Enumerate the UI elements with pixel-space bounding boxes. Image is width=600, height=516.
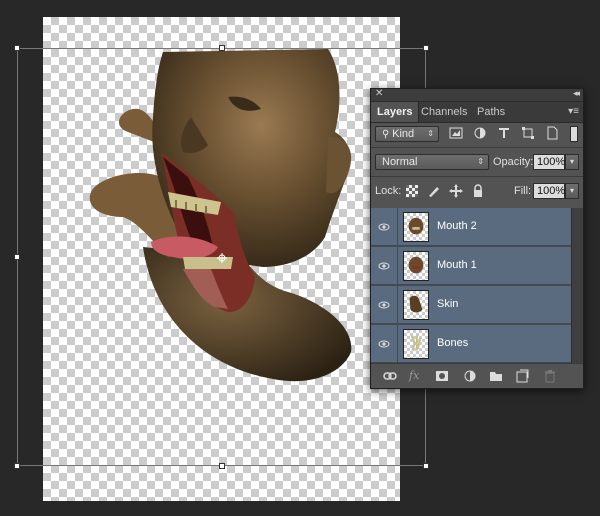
- fill-label: Fill:: [514, 185, 532, 197]
- transform-reference-point-icon[interactable]: [217, 253, 227, 263]
- layer-thumbnail: [403, 251, 429, 281]
- chevron-updown-icon: ⇕: [427, 129, 434, 138]
- blend-mode-select[interactable]: Normal ⇕: [375, 154, 489, 170]
- fill-dropdown-icon[interactable]: ▾: [565, 183, 579, 199]
- layer-row[interactable]: Bones: [371, 325, 571, 363]
- filter-smart-object-icon[interactable]: [545, 126, 559, 140]
- chevron-updown-icon: ⇕: [477, 157, 484, 166]
- blend-mode-value: Normal: [382, 156, 418, 168]
- layer-thumbnail: [403, 290, 429, 320]
- tab-channels[interactable]: Channels: [415, 102, 473, 122]
- layer-thumbnail: [403, 329, 429, 359]
- layer-row[interactable]: Mouth 2: [371, 208, 571, 246]
- trash-icon[interactable]: [543, 369, 557, 383]
- link-icon[interactable]: [383, 369, 397, 383]
- transform-handle-top[interactable]: [219, 45, 225, 51]
- visibility-eye-icon[interactable]: [371, 208, 398, 246]
- filter-type-icon[interactable]: [497, 126, 511, 140]
- lock-position-icon[interactable]: [449, 184, 463, 198]
- transform-handle-bottom-left[interactable]: [14, 463, 20, 469]
- transform-handle-top-right[interactable]: [423, 45, 429, 51]
- filter-toggle-switch[interactable]: [570, 126, 578, 142]
- lock-all-icon[interactable]: [471, 184, 485, 198]
- visibility-eye-icon[interactable]: [371, 286, 398, 324]
- transform-handle-left[interactable]: [14, 254, 20, 260]
- opacity-dropdown-icon[interactable]: ▾: [565, 154, 579, 170]
- opacity-label: Opacity:: [493, 156, 534, 168]
- filter-row: ⚲ Kind ⇕: [371, 123, 583, 145]
- filter-kind-select[interactable]: ⚲ Kind ⇕: [375, 126, 439, 142]
- tab-layers[interactable]: Layers: [371, 102, 420, 122]
- visibility-eye-icon[interactable]: [371, 247, 398, 285]
- filter-kind-label: Kind: [392, 128, 415, 140]
- mask-icon[interactable]: [435, 369, 449, 383]
- layers-bottom-toolbar: fx: [371, 363, 583, 388]
- adjustment-icon[interactable]: [463, 369, 477, 383]
- lock-label: Lock:: [375, 185, 402, 197]
- layer-name: Skin: [437, 298, 459, 310]
- close-icon[interactable]: ✕: [375, 88, 383, 99]
- transform-handle-bottom-right[interactable]: [423, 463, 429, 469]
- divider: [371, 176, 583, 177]
- lock-row: Lock: Fill: 100% ▾: [371, 178, 583, 204]
- panel-tabs: Layers Channels Paths ▾≡: [371, 102, 583, 123]
- panel-titlebar[interactable]: ✕ ◂◂: [371, 88, 583, 102]
- transform-handle-bottom[interactable]: [219, 463, 225, 469]
- blend-row: Normal ⇕ Opacity: 100% ▾: [371, 149, 583, 175]
- transform-handle-top-left[interactable]: [14, 45, 20, 51]
- opacity-input[interactable]: 100%: [533, 154, 565, 170]
- layer-row[interactable]: Skin: [371, 286, 571, 324]
- tab-paths[interactable]: Paths: [471, 102, 511, 122]
- collapse-icon[interactable]: ◂◂: [573, 88, 580, 99]
- filter-shape-icon[interactable]: [521, 126, 535, 140]
- lock-image-pixels-icon[interactable]: [427, 184, 441, 198]
- fill-input[interactable]: 100%: [533, 183, 565, 199]
- divider: [371, 147, 583, 148]
- lock-transparent-pixels-icon[interactable]: [405, 184, 419, 198]
- search-icon: ⚲: [382, 129, 393, 140]
- panel-menu-icon[interactable]: ▾≡: [568, 106, 579, 117]
- layers-scrollbar[interactable]: [571, 208, 583, 363]
- visibility-eye-icon[interactable]: [371, 325, 398, 363]
- new-layer-icon[interactable]: [515, 369, 529, 383]
- group-folder-icon[interactable]: [489, 369, 503, 383]
- fx-icon[interactable]: fx: [409, 369, 423, 383]
- layers-panel: ✕ ◂◂ Layers Channels Paths ▾≡ ⚲ Kind ⇕ N…: [370, 88, 584, 389]
- layer-name: Bones: [437, 337, 469, 349]
- filter-pixel-icon[interactable]: [449, 126, 463, 140]
- layer-thumbnail: [403, 212, 429, 242]
- layer-row[interactable]: Mouth 1: [371, 247, 571, 285]
- layers-list: Mouth 2 Mouth 1 Skin Bones: [371, 208, 583, 363]
- layer-name: Mouth 1: [437, 259, 477, 271]
- filter-adjustment-icon[interactable]: [473, 126, 487, 140]
- layer-name: Mouth 2: [437, 220, 477, 232]
